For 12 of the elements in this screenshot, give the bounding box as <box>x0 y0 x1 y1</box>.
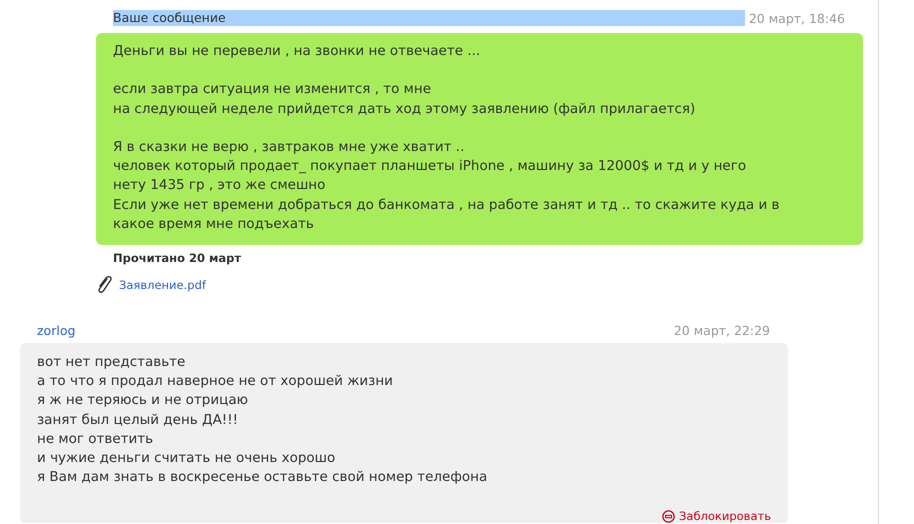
message-time: 20 март, 18:46 <box>748 10 845 26</box>
author-link[interactable]: zorlog <box>37 323 76 338</box>
block-link[interactable]: Заблокировать <box>662 506 771 524</box>
attachment-link[interactable]: Заявление.pdf <box>119 278 206 292</box>
message-label: Ваше сообщение <box>113 10 745 26</box>
block-icon <box>662 510 676 523</box>
message-paragraph: Деньги вы не перевели , на звонки не отвечаете ... <box>113 42 482 61</box>
message-time: 20 март, 22:29 <box>674 323 770 338</box>
read-status: Прочитано 20 март <box>113 251 242 265</box>
message-paragraph: вот нет представьте а то что я продал наверное не от хорошей жизни я ж не теряюсь и не отрицаю занят был целый день ДА!!! не мог ответить и чужие деньги считать не очень хорошо я Вам дам знать в воскресенье оставьте свой номер телефона <box>37 353 488 488</box>
message-paragraph: Я в сказки не верю , завтраков мне уже хватит .. человек который продает_ покупает планшеты iPhone , машину за 12000$ и тд и у него нету 1435 гр , это же смешно Если уже нет времени добраться до банкомата , на работе занят и тд .. то скажите куда и в какое время мне подъехать <box>113 138 780 234</box>
message-paragraph: если завтра ситуация не изменится , то мне на следующей неделе прийдется дать ход этому заявлению (файл прилагается) <box>113 80 696 119</box>
